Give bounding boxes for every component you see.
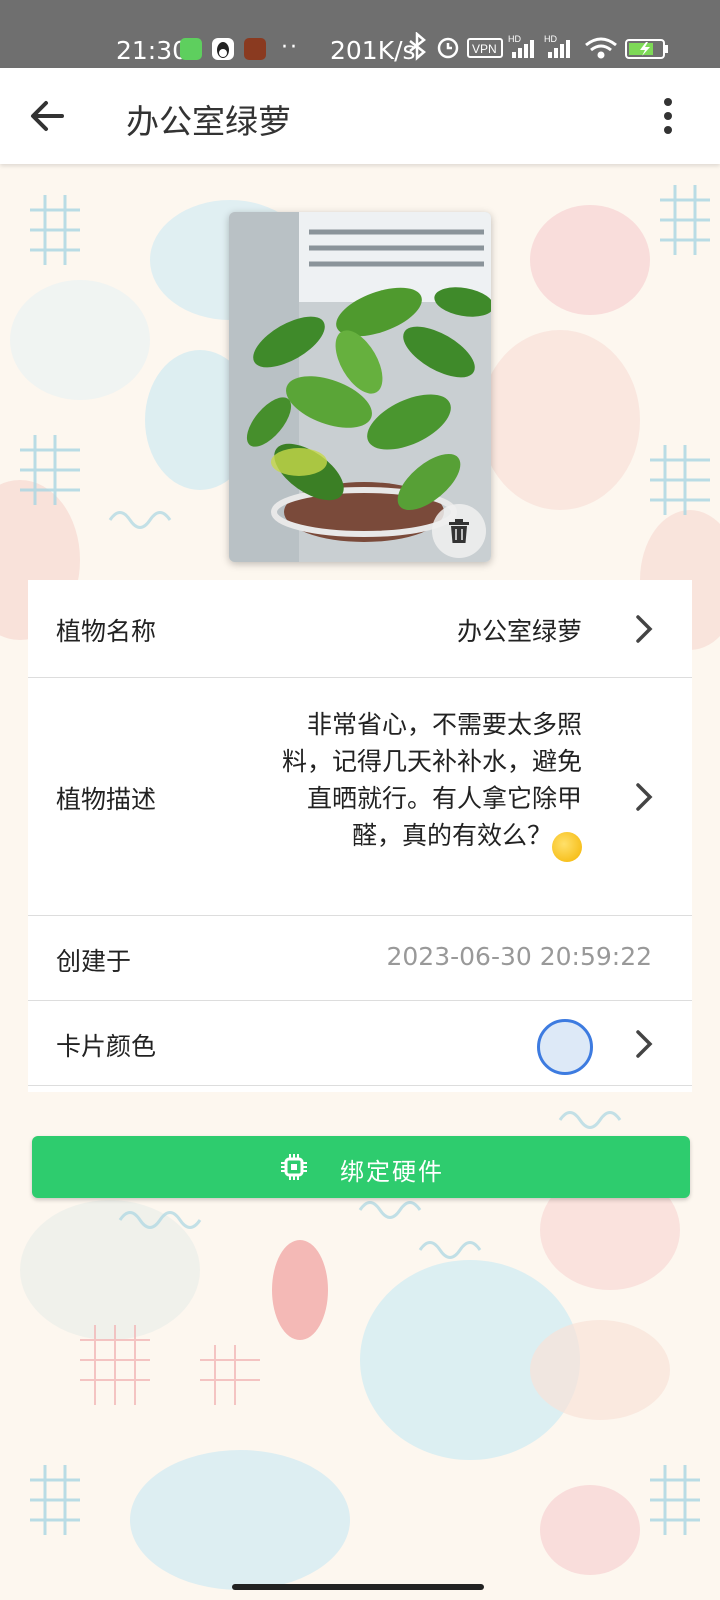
plant-description-label: 植物描述 (56, 785, 157, 814)
card-color-label: 卡片颜色 (56, 1032, 157, 1061)
trash-icon (449, 519, 469, 543)
home-indicator[interactable] (232, 1584, 484, 1590)
card-color-row[interactable]: 卡片颜色 (28, 1001, 692, 1086)
plant-name-label: 植物名称 (56, 617, 157, 646)
vpn-label: VPN (472, 42, 497, 56)
plant-description-value: 非常省心，不需要太多照料，记得几天补补水，避免直晒就行。有人拿它除甲醛，真的有效… (281, 710, 582, 850)
created-at-label: 创建于 (56, 947, 132, 976)
plant-description-row[interactable]: 植物描述 非常省心，不需要太多照料，记得几天补补水，避免直晒就行。有人拿它除甲醛… (28, 678, 692, 916)
thinking-emoji: 🤔 (552, 832, 582, 862)
plant-name-row[interactable]: 植物名称 办公室绿萝 (28, 580, 692, 678)
qq-icon (212, 38, 234, 60)
svg-text:HD: HD (544, 34, 557, 44)
chevron-right-icon (636, 783, 653, 811)
back-button[interactable] (22, 90, 74, 142)
more-options-button[interactable] (648, 90, 688, 142)
bluetooth-icon (409, 32, 426, 61)
more-notifications-dots: ·· (281, 35, 299, 60)
arrow-left-icon (31, 101, 64, 131)
status-time: 21:30 (116, 36, 189, 65)
created-at-row: 创建于 2023-06-30 20:59:22 (28, 916, 692, 1001)
plant-name-value: 办公室绿萝 (456, 617, 582, 646)
delete-photo-button[interactable] (432, 504, 486, 558)
app-thumbnail-icon (244, 38, 266, 60)
status-icons: VPN HD HD (409, 32, 668, 61)
battery-charging-icon (625, 39, 668, 59)
vpn-icon: VPN (467, 38, 503, 58)
app-notification-icon (180, 38, 202, 60)
wifi-icon (585, 37, 617, 59)
card-color-swatch[interactable] (537, 1019, 593, 1075)
network-speed: 201K/s (330, 36, 416, 65)
created-at-value: 2023-06-30 20:59:22 (386, 942, 652, 971)
plant-details-card: 植物名称 办公室绿萝 植物描述 非常省心，不需要太多照料，记得几天补补水，避免直… (28, 580, 692, 1092)
chevron-right-icon (636, 1030, 653, 1058)
alarm-icon (437, 37, 459, 59)
status-bar: 21:30 ·· 201K/s VPN HD HD (0, 0, 720, 68)
plant-description-text: 非常省心，不需要太多照料，记得几天补补水，避免直晒就行。有人拿它除甲醛，真的有效… (272, 706, 582, 862)
page-title: 办公室绿萝 (126, 102, 291, 141)
bind-hardware-button[interactable]: 绑定硬件 (32, 1136, 690, 1198)
svg-text:HD: HD (508, 34, 521, 44)
chip-icon (281, 1154, 307, 1180)
chevron-right-icon (636, 615, 653, 643)
bind-hardware-label: 绑定硬件 (340, 1158, 444, 1186)
app-bar: 办公室绿萝 (0, 68, 720, 164)
signal-icon: HD HD (508, 34, 570, 58)
more-vertical-icon (664, 98, 672, 134)
